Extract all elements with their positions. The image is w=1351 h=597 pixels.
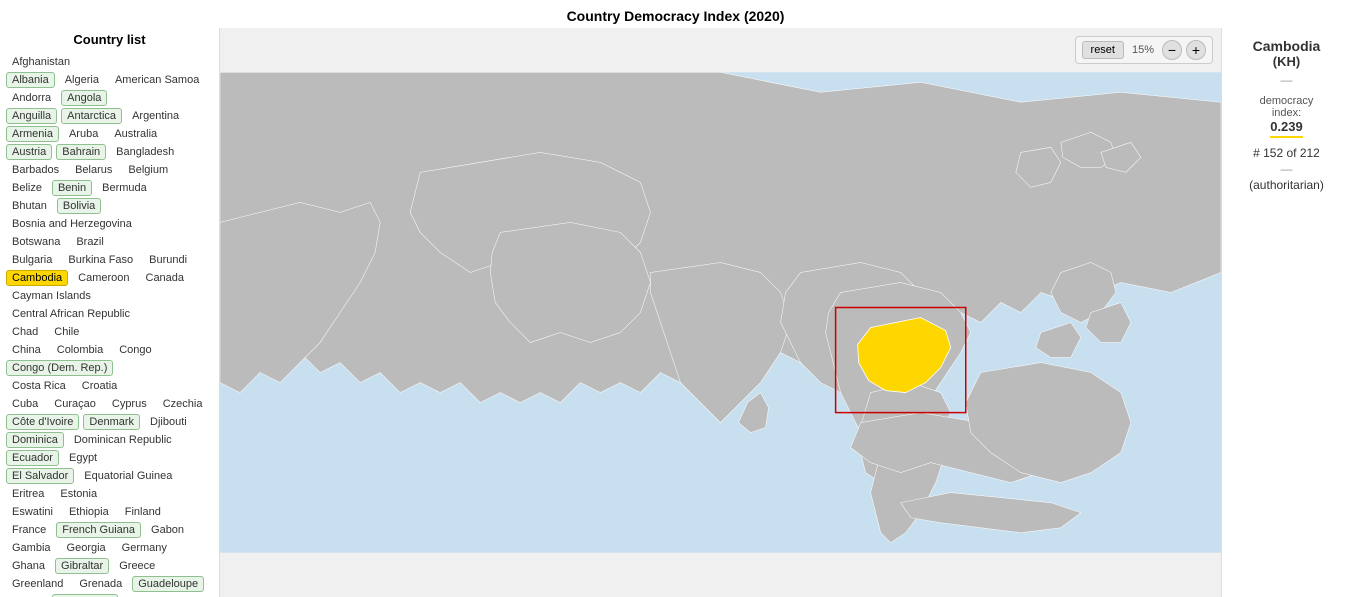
country-tag-burundi[interactable]: Burundi xyxy=(143,252,193,268)
country-tag-argentina[interactable]: Argentina xyxy=(126,108,185,124)
info-democracy-label: democracyindex: xyxy=(1260,95,1314,119)
country-tag-aruba[interactable]: Aruba xyxy=(63,126,104,142)
map-area[interactable]: reset 15% − + xyxy=(220,28,1221,597)
country-tag-dominica[interactable]: Dominica xyxy=(6,432,64,448)
country-tag-austria[interactable]: Austria xyxy=(6,144,52,160)
country-tag-ghana[interactable]: Ghana xyxy=(6,558,51,574)
country-tag-cyprus[interactable]: Cyprus xyxy=(106,396,153,412)
country-tag-cameroon[interactable]: Cameroon xyxy=(72,270,135,286)
country-tag-germany[interactable]: Germany xyxy=(116,540,173,556)
country-tag-czechia[interactable]: Czechia xyxy=(157,396,209,412)
country-tag-belarus[interactable]: Belarus xyxy=(69,162,118,178)
zoom-controls: reset 15% − + xyxy=(1075,36,1213,64)
country-tag-eswatini[interactable]: Eswatini xyxy=(6,504,59,520)
country-tag-chad[interactable]: Chad xyxy=(6,324,44,340)
country-tag-congo[interactable]: Congo xyxy=(113,342,157,358)
country-tag-american-samoa[interactable]: American Samoa xyxy=(109,72,205,88)
country-tag-armenia[interactable]: Armenia xyxy=(6,126,59,142)
country-tag-curaçao[interactable]: Curaçao xyxy=(48,396,102,412)
country-tag-congo-(dem.-rep.)[interactable]: Congo (Dem. Rep.) xyxy=(6,360,113,376)
country-tag-croatia[interactable]: Croatia xyxy=(76,378,123,394)
country-tag-angola[interactable]: Angola xyxy=(61,90,107,106)
main-container: Country list Afghanistan AlbaniaAlgeriaAm… xyxy=(0,28,1351,597)
country-tag-bhutan[interactable]: Bhutan xyxy=(6,198,53,214)
country-tag-burkina-faso[interactable]: Burkina Faso xyxy=(62,252,139,268)
country-tag-equatorial-guinea[interactable]: Equatorial Guinea xyxy=(78,468,178,484)
country-tag-barbados[interactable]: Barbados xyxy=(6,162,65,178)
info-panel: Cambodia(KH) — democracyindex: 0.239 # 1… xyxy=(1221,28,1351,597)
country-tag-colombia[interactable]: Colombia xyxy=(51,342,109,358)
info-index-value: 0.239 xyxy=(1270,119,1303,138)
zoom-out-button[interactable]: − xyxy=(1162,40,1182,60)
country-tag-guadeloupe[interactable]: Guadeloupe xyxy=(132,576,204,592)
country-tag-georgia[interactable]: Georgia xyxy=(61,540,112,556)
country-tag-finland[interactable]: Finland xyxy=(119,504,167,520)
info-divider3: — xyxy=(1281,162,1293,176)
country-tag-bermuda[interactable]: Bermuda xyxy=(96,180,153,196)
zoom-level: 15% xyxy=(1128,44,1158,56)
page-title: Country Democracy Index (2020) xyxy=(0,0,1351,28)
country-tag-belize[interactable]: Belize xyxy=(6,180,48,196)
country-tag-denmark[interactable]: Denmark xyxy=(83,414,140,430)
reset-button[interactable]: reset xyxy=(1082,41,1124,59)
country-tag-gibraltar[interactable]: Gibraltar xyxy=(55,558,109,574)
info-rank: # 152 of 212 xyxy=(1253,146,1320,160)
country-tag-belgium[interactable]: Belgium xyxy=(122,162,174,178)
world-map xyxy=(220,28,1221,597)
country-tag-benin[interactable]: Benin xyxy=(52,180,92,196)
country-sidebar[interactable]: Country list Afghanistan AlbaniaAlgeriaAm… xyxy=(0,28,220,597)
country-tag-bahrain[interactable]: Bahrain xyxy=(56,144,106,160)
country-tag-brazil[interactable]: Brazil xyxy=(70,234,110,250)
country-tag-gabon[interactable]: Gabon xyxy=(145,522,190,538)
country-tag-cayman-islands[interactable]: Cayman Islands xyxy=(6,288,97,304)
country-tag-central-african-republic[interactable]: Central African Republic xyxy=(6,306,136,322)
country-tag-ethiopia[interactable]: Ethiopia xyxy=(63,504,115,520)
country-tag-andorra[interactable]: Andorra xyxy=(6,90,57,106)
country-tag-cambodia[interactable]: Cambodia xyxy=(6,270,68,286)
country-tag-grenada[interactable]: Grenada xyxy=(73,576,128,592)
country-tag-albania[interactable]: Albania xyxy=(6,72,55,88)
country-tag-egypt[interactable]: Egypt xyxy=(63,450,103,466)
country-tag-el-salvador[interactable]: El Salvador xyxy=(6,468,74,484)
country-tag-estonia[interactable]: Estonia xyxy=(54,486,103,502)
country-tag-algeria[interactable]: Algeria xyxy=(59,72,105,88)
country-tag-france[interactable]: France xyxy=(6,522,52,538)
country-tag-french-guiana[interactable]: French Guiana xyxy=(56,522,141,538)
country-tag-eritrea[interactable]: Eritrea xyxy=(6,486,50,502)
country-list: AfghanistanAlbaniaAlgeriaAmerican SamoaA… xyxy=(4,53,215,597)
country-tag-bulgaria[interactable]: Bulgaria xyxy=(6,252,58,268)
info-divider1: — xyxy=(1281,73,1293,87)
country-tag-bosnia-and-herzegovina[interactable]: Bosnia and Herzegovina xyxy=(6,216,138,232)
country-tag-bangladesh[interactable]: Bangladesh xyxy=(110,144,180,160)
country-tag-botswana[interactable]: Botswana xyxy=(6,234,66,250)
country-tag-djibouti[interactable]: Djibouti xyxy=(144,414,193,430)
country-tag-anguilla[interactable]: Anguilla xyxy=(6,108,57,124)
sidebar-title: Country list xyxy=(4,32,215,47)
country-tag-dominican-republic[interactable]: Dominican Republic xyxy=(68,432,178,448)
country-tag-ecuador[interactable]: Ecuador xyxy=(6,450,59,466)
country-tag-greece[interactable]: Greece xyxy=(113,558,161,574)
country-tag-greenland[interactable]: Greenland xyxy=(6,576,69,592)
info-classification: (authoritarian) xyxy=(1249,178,1324,192)
country-tag-chile[interactable]: Chile xyxy=(48,324,85,340)
info-country-name: Cambodia(KH) xyxy=(1253,38,1321,69)
country-tag-cuba[interactable]: Cuba xyxy=(6,396,44,412)
country-tag-gambia[interactable]: Gambia xyxy=(6,540,57,556)
country-tag-côte-d'ivoire[interactable]: Côte d'Ivoire xyxy=(6,414,79,430)
country-tag-afghanistan[interactable]: Afghanistan xyxy=(6,54,76,70)
country-tag-australia[interactable]: Australia xyxy=(108,126,163,142)
country-tag-china[interactable]: China xyxy=(6,342,47,358)
country-tag-antarctica[interactable]: Antarctica xyxy=(61,108,122,124)
country-tag-bolivia[interactable]: Bolivia xyxy=(57,198,101,214)
zoom-in-button[interactable]: + xyxy=(1186,40,1206,60)
country-tag-canada[interactable]: Canada xyxy=(140,270,191,286)
country-tag-costa-rica[interactable]: Costa Rica xyxy=(6,378,72,394)
